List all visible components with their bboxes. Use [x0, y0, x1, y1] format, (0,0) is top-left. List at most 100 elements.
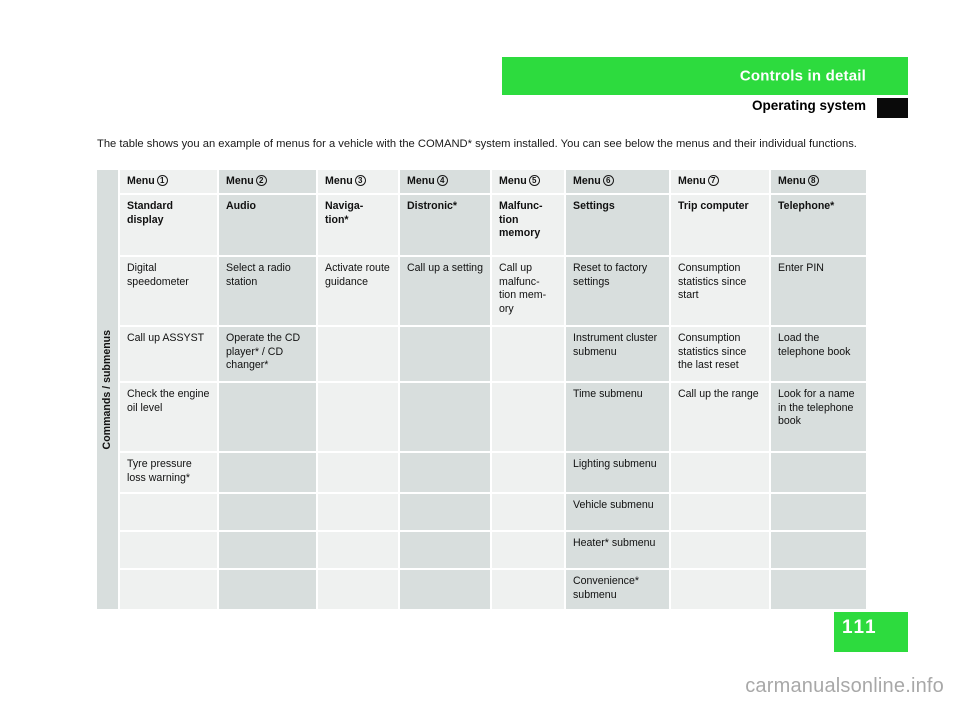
column-header-label: Menu — [407, 175, 435, 187]
table-cell: Enter PIN — [770, 256, 868, 328]
table-cell: Digital speedometer — [119, 256, 219, 328]
column-header-5: Menu 5 — [491, 170, 566, 196]
circled-number-icon: 1 — [156, 175, 168, 186]
column-header-4: Menu 4 — [399, 170, 492, 196]
table-cell — [119, 493, 219, 533]
menu-title-4: Distronic* — [399, 194, 492, 258]
table-cell — [670, 493, 771, 533]
table-cell — [670, 531, 771, 571]
header-black-marker — [877, 98, 908, 118]
table-cell — [399, 326, 492, 384]
column-header-label: Menu — [573, 175, 601, 187]
table-cell — [317, 569, 400, 612]
menu-title-7: Trip computer — [670, 194, 771, 258]
watermark: carmanualsonline.info — [745, 675, 944, 697]
menus-table-container: Commands / submenus Menu 1 Menu 2 Menu 3 Me… — [97, 170, 868, 612]
table-cell: Reset to factory settings — [565, 256, 671, 328]
column-header-label: Menu — [778, 175, 806, 187]
side-label-text: Commands / submenus — [101, 329, 114, 450]
table-cell: Consumption statistics since start — [670, 256, 771, 328]
table-cell — [317, 531, 400, 571]
column-header-label: Menu — [678, 175, 706, 187]
table-cell: Lighting submenu — [565, 452, 671, 495]
column-header-label: Menu — [226, 175, 254, 187]
table-cell — [491, 531, 566, 571]
circled-number-icon: 5 — [528, 175, 540, 186]
table-row: Tyre pressure loss warning* Lighting sub… — [97, 452, 868, 495]
column-header-3: Menu 3 — [317, 170, 400, 196]
table-cell: Heater* submenu — [565, 531, 671, 571]
table-cell: Call up a setting — [399, 256, 492, 328]
table-cell: Check the engine oil level — [119, 382, 219, 454]
header-band-title: Controls in detail — [739, 67, 866, 85]
menu-title-6: Settings — [565, 194, 671, 258]
table-cell: Call up the range — [670, 382, 771, 454]
table-cell: Look for a name in the telephone book — [770, 382, 868, 454]
table-cell — [770, 569, 868, 612]
circled-number-icon: 7 — [707, 175, 719, 186]
menu-title-8: Telephone* — [770, 194, 868, 258]
circled-number-icon: 4 — [436, 175, 448, 186]
table-cell — [218, 452, 318, 495]
table-cell — [218, 569, 318, 612]
table-cell — [399, 493, 492, 533]
table-cell — [491, 452, 566, 495]
table-cell — [119, 569, 219, 612]
table-cell — [491, 326, 566, 384]
table-cell — [399, 382, 492, 454]
table-cell: Consumption statistics since the last re… — [670, 326, 771, 384]
table-header-row: Commands / submenus Menu 1 Menu 2 Menu 3 Me… — [97, 170, 868, 612]
table-cell — [317, 452, 400, 495]
circled-number-icon: 6 — [602, 175, 614, 186]
table-cell — [491, 569, 566, 612]
table-cell: Call up ASSYST — [119, 326, 219, 384]
column-header-label: Menu — [499, 175, 527, 187]
intro-paragraph: The table shows you an example of menus … — [97, 138, 857, 151]
menu-title-2: Audio — [218, 194, 318, 258]
table-cell: Load the telephone book — [770, 326, 868, 384]
table-cell — [491, 493, 566, 533]
page-number-box: 111 — [834, 612, 908, 652]
table-cell — [399, 531, 492, 571]
header-subtitle: Operating system — [751, 98, 866, 113]
menu-title-3: Naviga- tion* — [317, 194, 400, 258]
table-cell — [770, 531, 868, 571]
table-row: Call up ASSYST Operate the CD player* / … — [97, 326, 868, 384]
column-header-8: Menu 8 — [770, 170, 868, 196]
table-cell — [491, 382, 566, 454]
table-cell — [770, 493, 868, 533]
column-header-7: Menu 7 — [670, 170, 771, 196]
table-cell — [670, 452, 771, 495]
circled-number-icon: 2 — [255, 175, 267, 186]
table-cell — [119, 531, 219, 571]
table-cell: Operate the CD player* / CD changer* — [218, 326, 318, 384]
table-cell — [770, 452, 868, 495]
column-header-1: Menu 1 — [119, 170, 219, 196]
table-cell: Instrument cluster submenu — [565, 326, 671, 384]
table-cell: Call up malfunc- tion mem- ory — [491, 256, 566, 328]
menu-title-1: Standard display — [119, 194, 219, 258]
table-row: Vehicle submenu — [97, 493, 868, 533]
column-header-label: Menu — [127, 175, 155, 187]
table-subheader-row: Standard display Audio Naviga- tion* Dis… — [97, 194, 868, 258]
table-cell — [317, 382, 400, 454]
table-row: Heater* submenu — [97, 531, 868, 571]
table-cell — [317, 493, 400, 533]
table-cell: Time submenu — [565, 382, 671, 454]
table-cell: Activate route guidance — [317, 256, 400, 328]
page-number: 111 — [842, 617, 878, 638]
table-cell: Tyre pressure loss warning* — [119, 452, 219, 495]
table-row: Check the engine oil level Time submenu … — [97, 382, 868, 454]
table-cell: Convenience* submenu — [565, 569, 671, 612]
table-cell — [317, 326, 400, 384]
column-header-label: Menu — [325, 175, 353, 187]
table-cell: Select a radio station — [218, 256, 318, 328]
table-cell — [218, 531, 318, 571]
column-header-6: Menu 6 — [565, 170, 671, 196]
table-cell — [670, 569, 771, 612]
circled-number-icon: 8 — [807, 175, 819, 186]
table-row: Convenience* submenu — [97, 569, 868, 612]
table-cell — [399, 569, 492, 612]
circled-number-icon: 3 — [354, 175, 366, 186]
header-green-band: Controls in detail — [502, 57, 908, 95]
